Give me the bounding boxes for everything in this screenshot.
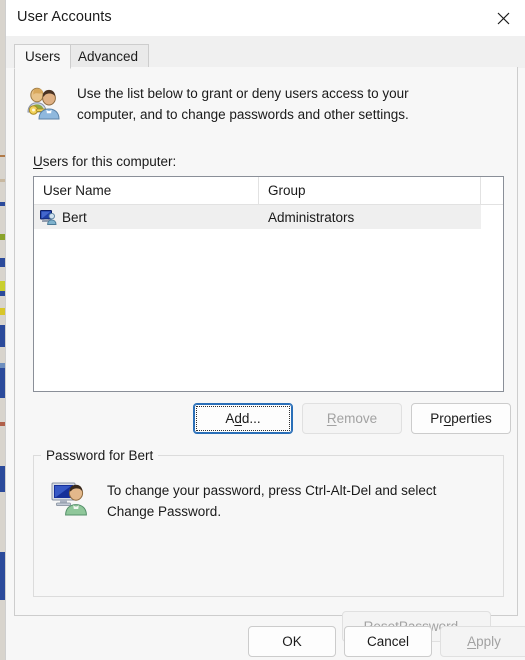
users-tab-panel: Use the list below to grant or deny user… — [14, 67, 518, 642]
cell-group-text: Administrators — [268, 209, 355, 225]
tab-users[interactable]: Users — [14, 44, 72, 69]
user-accounts-dialog: User Accounts Users Advanced Use the lis… — [5, 0, 525, 660]
password-instructions-text: To change your password, press Ctrl-Alt-… — [107, 480, 487, 522]
apply-button-accel: A — [467, 634, 477, 649]
remove-button-accel: R — [326, 411, 337, 426]
close-button[interactable] — [480, 0, 525, 36]
column-header-user-name[interactable]: User Name — [34, 177, 259, 204]
remove-button[interactable]: Remove — [302, 403, 402, 434]
password-instructions-line-2: Change Password. — [107, 504, 222, 519]
ok-button[interactable]: OK — [248, 626, 336, 657]
properties-button[interactable]: Pr o perties — [411, 403, 511, 434]
users-list-view[interactable]: User Name Group Bert Administrators — [33, 176, 504, 392]
table-row[interactable]: Bert Administrators — [34, 205, 481, 229]
ok-button-label: OK — [282, 634, 302, 649]
add-button[interactable]: Ad d... — [193, 403, 293, 434]
password-instructions-line-1: To change your password, press Ctrl-Alt-… — [107, 483, 437, 498]
user-computer-large-icon — [51, 480, 91, 521]
properties-button-post: perties — [451, 411, 492, 426]
password-group-title: Password for Bert — [41, 448, 159, 463]
description-line-2: computer, and to change passwords and ot… — [77, 107, 409, 122]
add-button-pre: A — [225, 411, 235, 426]
users-list-label-rest: sers for this computer: — [42, 154, 177, 169]
cell-user-name-text: Bert — [62, 209, 87, 225]
column-header-spacer — [481, 177, 503, 204]
add-button-post: d... — [241, 411, 261, 426]
close-icon — [497, 12, 510, 25]
users-list-label: Users for this computer: — [33, 154, 176, 169]
tab-advanced-label: Advanced — [78, 48, 139, 64]
column-header-user-name-label: User Name — [43, 183, 112, 198]
title-bar: User Accounts — [6, 0, 525, 36]
list-header-row: User Name Group — [34, 177, 503, 205]
password-group-box — [33, 455, 504, 597]
column-header-group-label: Group — [268, 183, 306, 198]
description-line-1: Use the list below to grant or deny user… — [77, 86, 409, 101]
column-header-group[interactable]: Group — [259, 177, 481, 204]
properties-button-pre: Pr — [430, 411, 444, 426]
tab-strip: Users Advanced — [6, 36, 525, 69]
apply-button-post: pply — [476, 634, 501, 649]
users-list-label-accel: U — [33, 154, 43, 169]
cancel-button[interactable]: Cancel — [344, 626, 432, 657]
users-key-icon — [24, 83, 64, 126]
cell-user-name: Bert — [34, 205, 259, 229]
cell-group: Administrators — [259, 205, 481, 229]
description-block: Use the list below to grant or deny user… — [24, 83, 504, 126]
tab-advanced[interactable]: Advanced — [67, 44, 150, 68]
add-button-accel: d — [234, 411, 242, 426]
window-title: User Accounts — [17, 9, 112, 25]
apply-button[interactable]: Apply — [440, 626, 525, 657]
user-computer-icon — [40, 209, 57, 225]
cancel-button-label: Cancel — [366, 634, 410, 649]
description-text: Use the list below to grant or deny user… — [77, 83, 477, 125]
tab-users-label: Users — [25, 49, 61, 64]
properties-button-accel: o — [443, 411, 452, 426]
password-instructions-block: To change your password, press Ctrl-Alt-… — [51, 480, 491, 522]
remove-button-post: emove — [336, 411, 378, 426]
